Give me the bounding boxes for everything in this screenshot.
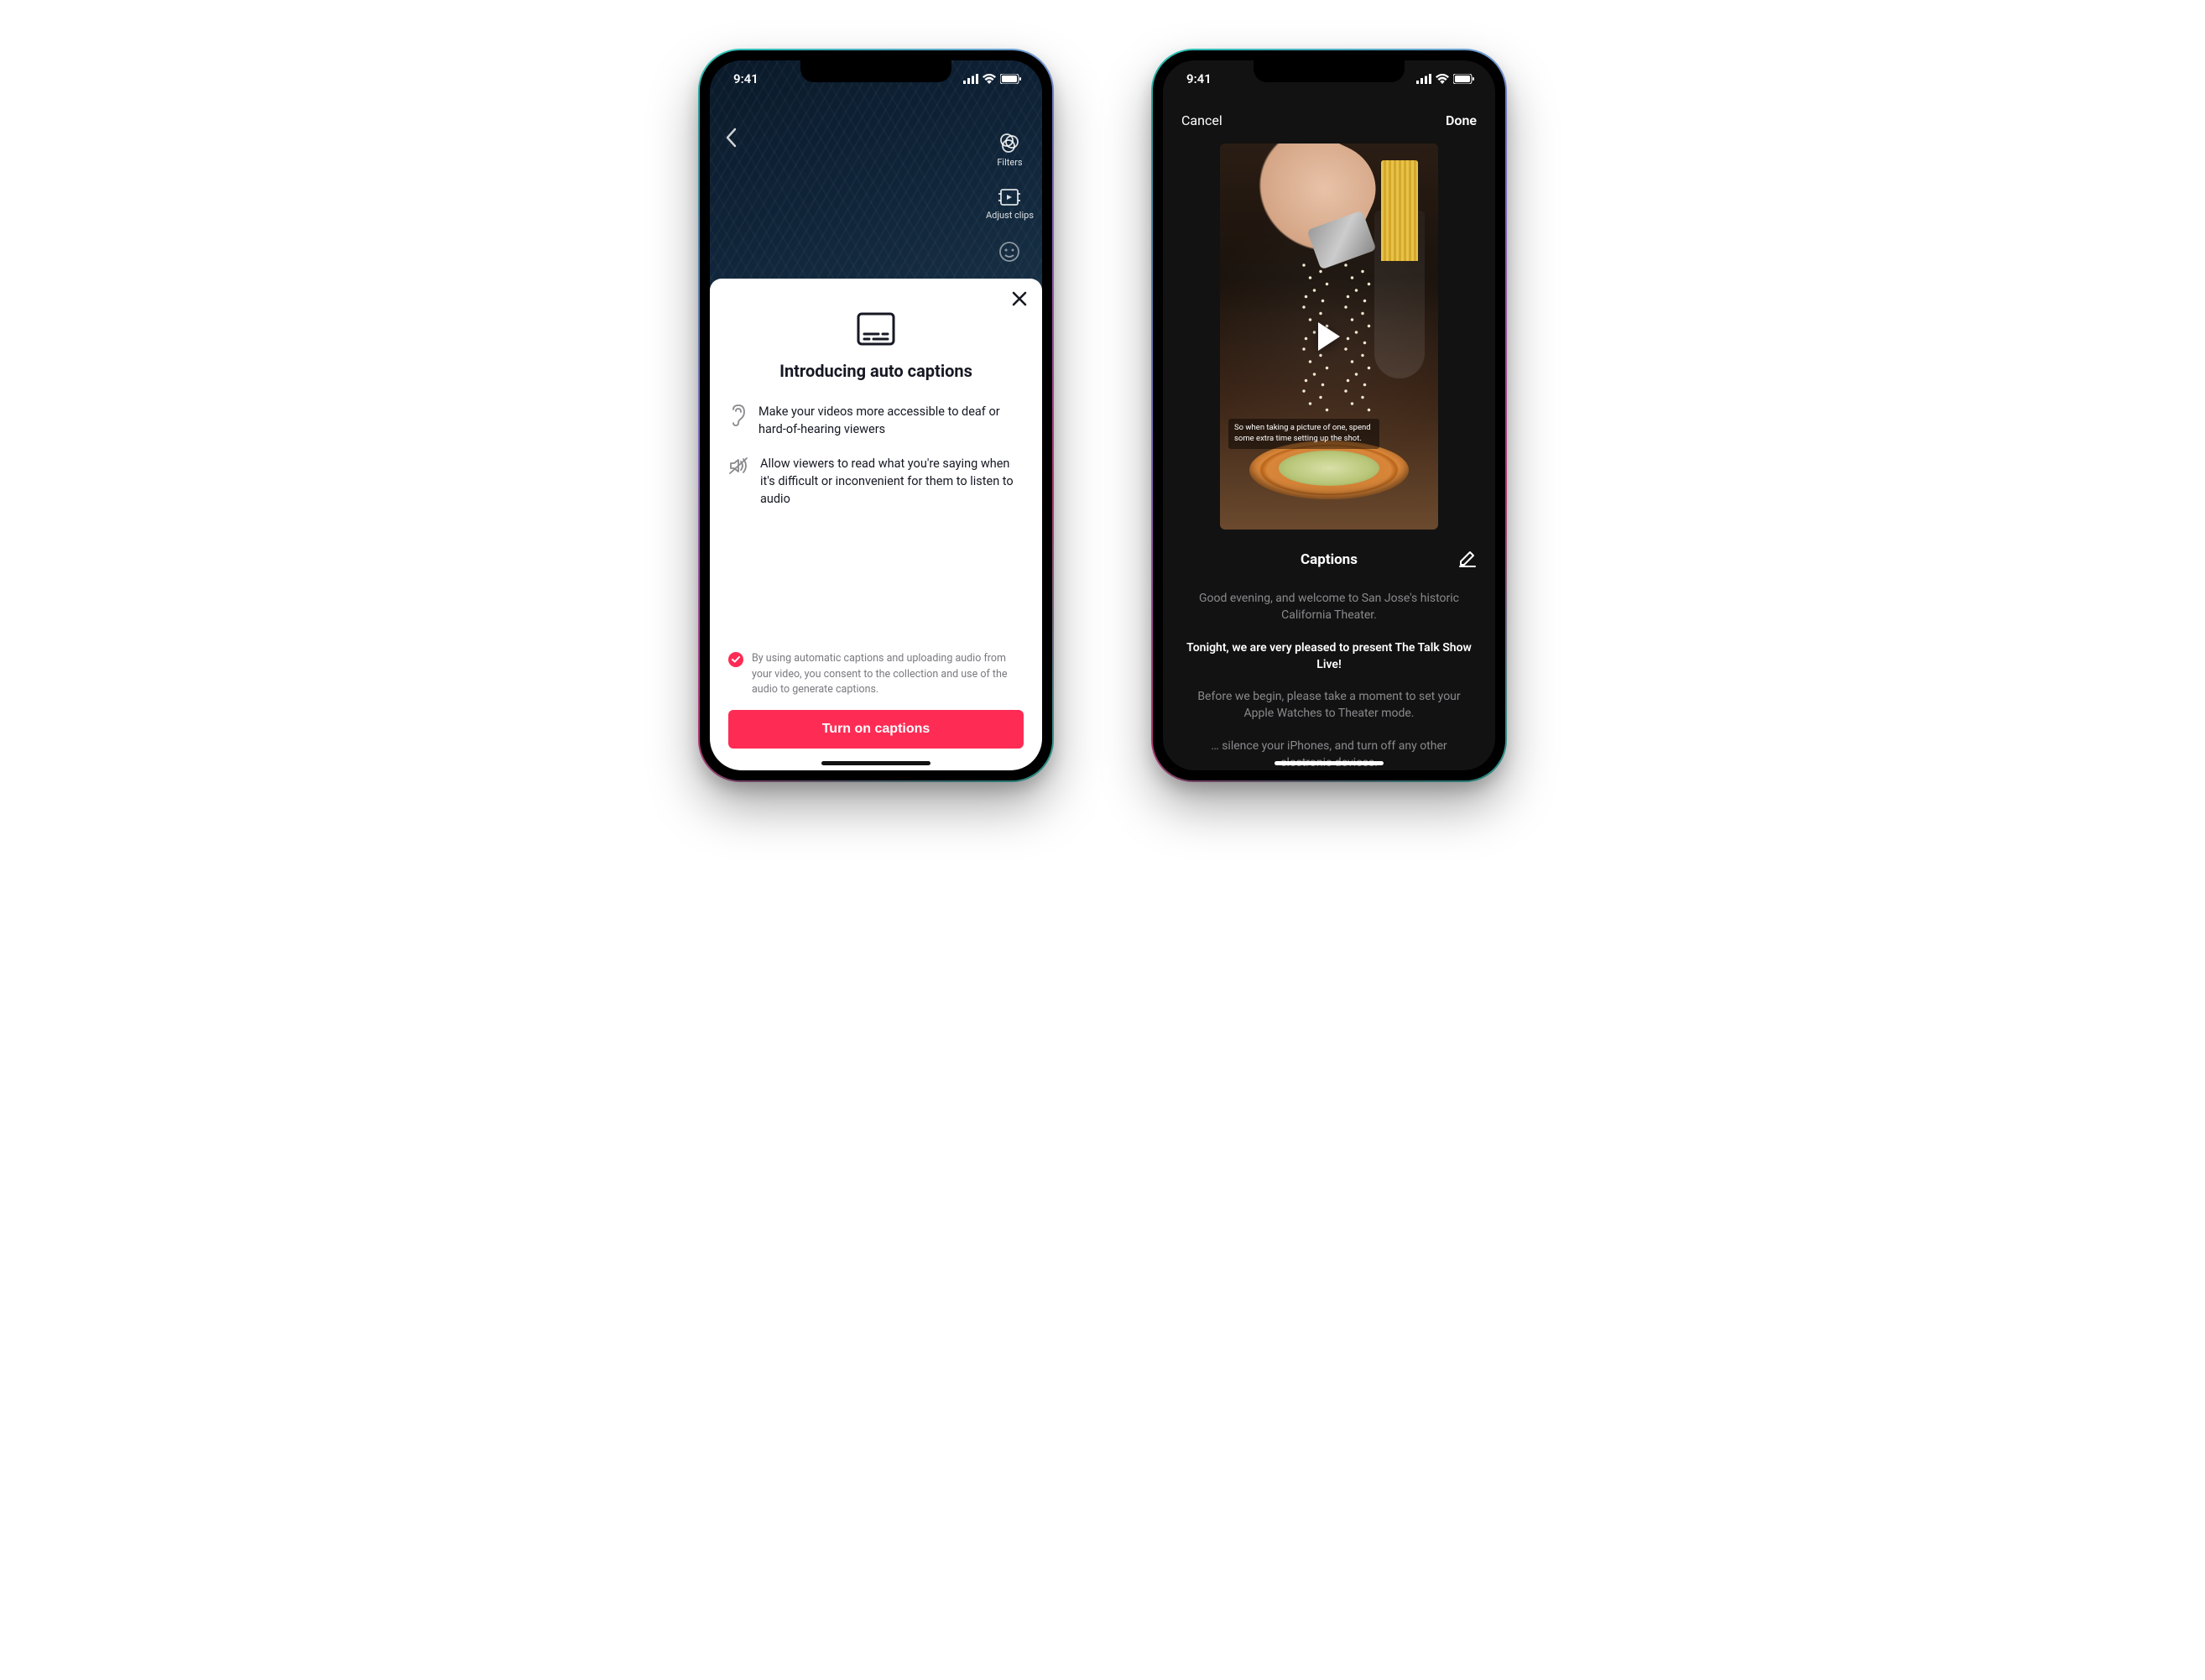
consent-row[interactable]: By using automatic captions and uploadin… (728, 651, 1024, 698)
status-time: 9:41 (1186, 71, 1212, 86)
battery-icon (1000, 74, 1022, 84)
ear-icon (728, 404, 747, 426)
caption-box-icon (857, 312, 895, 346)
feature-text-1: Make your videos more accessible to deaf… (758, 403, 1024, 438)
feature-accessible: Make your videos more accessible to deaf… (728, 403, 1024, 438)
transcript-line-active[interactable]: Tonight, we are very pleased to present … (1185, 639, 1473, 674)
adjust-clips-icon (998, 188, 1021, 206)
transcript-line[interactable]: … silence your iPhones, and turn off any… (1185, 738, 1473, 770)
hand-graphic (1226, 143, 1389, 274)
sidebar-item-adjust-clips[interactable]: Adjust clips (986, 188, 1034, 221)
notch (1254, 60, 1405, 82)
pencil-icon (1458, 549, 1477, 567)
status-icons (1416, 74, 1475, 84)
feature-read-along: Allow viewers to read what you're saying… (728, 455, 1024, 508)
edit-captions-button[interactable] (1458, 549, 1477, 571)
transcript-line[interactable]: Good evening, and welcome to San Jose's … (1185, 590, 1473, 624)
video-preview-wrap: So when taking a picture of one, spend s… (1163, 140, 1495, 545)
consent-text: By using automatic captions and uploadin… (752, 651, 1024, 698)
transcript-list[interactable]: Good evening, and welcome to San Jose's … (1163, 590, 1495, 770)
voice-effects-icon (998, 241, 1020, 263)
video-preview[interactable]: So when taking a picture of one, spend s… (1220, 143, 1438, 530)
captions-heading: Captions (1301, 551, 1358, 568)
turn-on-captions-button[interactable]: Turn on captions (728, 710, 1024, 749)
phone-right: 9:41 Cancel Done S (1153, 50, 1505, 780)
status-time: 9:41 (733, 71, 758, 86)
editor-header: Cancel Done (1163, 97, 1495, 140)
sidebar-label-adjust: Adjust clips (986, 210, 1034, 221)
captions-editor: 9:41 Cancel Done S (1163, 60, 1495, 770)
sidebar-item-voice-effects[interactable] (998, 241, 1020, 263)
done-button[interactable]: Done (1446, 112, 1477, 128)
editor-sidebar: Filters Adjust clips (986, 132, 1034, 263)
checkmark-icon (732, 656, 740, 663)
battery-icon (1453, 74, 1475, 84)
cellular-icon (1416, 74, 1431, 84)
screen-left: 9:41 Filters Adjust clips (710, 60, 1042, 770)
video-caption-overlay: So when taking a picture of one, spend s… (1228, 419, 1379, 449)
sidebar-item-filters[interactable]: Filters (997, 132, 1022, 168)
screen-right: 9:41 Cancel Done S (1163, 60, 1495, 770)
auto-captions-sheet: Introducing auto captions Make your vide… (710, 279, 1042, 770)
back-button[interactable] (725, 128, 737, 151)
consent-checkbox[interactable] (728, 652, 743, 667)
notch (800, 60, 951, 82)
chevron-left-icon (725, 128, 737, 148)
filters-icon (998, 132, 1020, 154)
feature-list: Make your videos more accessible to deaf… (728, 403, 1024, 508)
wifi-icon (983, 74, 996, 84)
pasta-jar-graphic (1374, 211, 1425, 378)
transcript-line[interactable]: Before we begin, please take a moment to… (1185, 688, 1473, 723)
sidebar-label-filters: Filters (997, 157, 1022, 168)
plate-graphic (1249, 441, 1409, 499)
close-icon (1012, 291, 1027, 306)
play-icon[interactable] (1318, 322, 1340, 351)
close-button[interactable] (1012, 290, 1027, 311)
cellular-icon (963, 74, 978, 84)
home-indicator[interactable] (1275, 761, 1384, 765)
captions-section-header: Captions (1163, 545, 1495, 578)
wifi-icon (1436, 74, 1449, 84)
feature-text-2: Allow viewers to read what you're saying… (760, 455, 1024, 508)
status-icons (963, 74, 1022, 84)
phone-left: 9:41 Filters Adjust clips (700, 50, 1052, 780)
no-audio-icon (728, 457, 748, 475)
sheet-title: Introducing auto captions (728, 361, 1024, 381)
home-indicator[interactable] (821, 761, 930, 765)
captions-hero-icon (728, 312, 1024, 346)
cancel-button[interactable]: Cancel (1181, 112, 1222, 128)
